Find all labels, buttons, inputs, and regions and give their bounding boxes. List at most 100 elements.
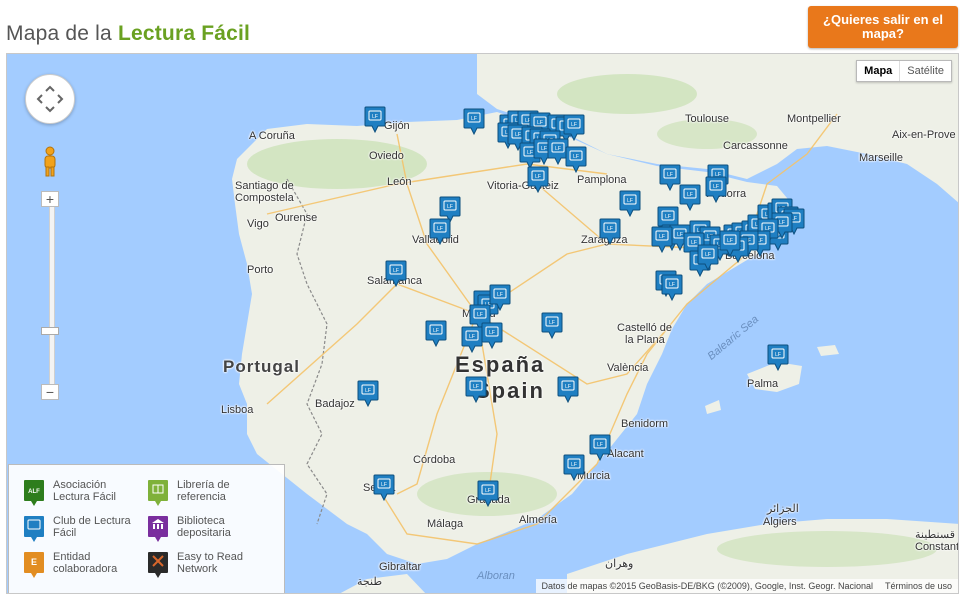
- city-label: Castelló de: [617, 322, 673, 334]
- svg-text:LF: LF: [549, 320, 555, 326]
- map-canvas[interactable]: Gijón A Coruña Oviedo Santiago de Compos…: [6, 53, 959, 594]
- entity-marker-icon: E: [23, 551, 45, 582]
- city-label: Aix-en-Prove: [892, 129, 956, 141]
- svg-text:LF: LF: [667, 172, 673, 178]
- menorca-island: [817, 345, 839, 356]
- city-label: la Plana: [625, 334, 665, 346]
- club-lectura-facil-marker[interactable]: LF: [563, 454, 585, 482]
- club-lectura-facil-marker[interactable]: LF: [425, 320, 447, 348]
- city-label: Oviedo: [369, 150, 404, 162]
- zoom-slider-thumb[interactable]: [41, 327, 59, 335]
- svg-text:LF: LF: [473, 384, 479, 390]
- club-lectura-facil-marker[interactable]: LF: [527, 166, 549, 194]
- legend-item: Easy to Read Network: [147, 551, 267, 582]
- svg-text:LF: LF: [665, 214, 671, 220]
- city-label: Vigo: [247, 218, 269, 230]
- svg-text:LF: LF: [555, 146, 561, 152]
- club-lectura-facil-marker[interactable]: LF: [659, 164, 681, 192]
- club-lectura-facil-marker[interactable]: LF: [489, 284, 511, 312]
- alf-marker-icon: ALF: [23, 479, 45, 510]
- svg-text:LF: LF: [573, 154, 579, 160]
- svg-text:LF: LF: [393, 268, 399, 274]
- legend-item-label: Asociación Lectura Fácil: [53, 479, 116, 503]
- pegman-icon[interactable]: [42, 146, 58, 178]
- city-label: Toulouse: [685, 113, 730, 125]
- city-label: Gijón: [384, 120, 410, 132]
- legend-item-label: Biblioteca depositaria: [177, 515, 231, 539]
- club-lectura-facil-marker[interactable]: LF: [705, 176, 727, 204]
- club-lectura-facil-marker[interactable]: LF: [563, 114, 585, 142]
- club-lectura-facil-marker[interactable]: LF: [679, 184, 701, 212]
- club-lectura-facil-marker[interactable]: LF: [661, 274, 683, 302]
- club-lectura-facil-marker[interactable]: LF: [373, 474, 395, 502]
- city-label: Benidorm: [621, 418, 669, 430]
- zoom-in-button[interactable]: +: [41, 191, 59, 207]
- city-label: València: [607, 362, 649, 374]
- club-lectura-facil-marker[interactable]: LF: [599, 218, 621, 246]
- svg-text:LF: LF: [775, 352, 781, 358]
- club-lectura-facil-marker[interactable]: LF: [589, 434, 611, 462]
- svg-text:LF: LF: [381, 482, 387, 488]
- page-title: Mapa de la Lectura Fácil: [6, 22, 250, 46]
- map-type-satellite-button[interactable]: Satélite: [900, 61, 951, 81]
- city-label: Córdoba: [413, 454, 456, 466]
- terms-link[interactable]: Términos de uso: [885, 579, 952, 593]
- city-label: A Coruña: [249, 130, 295, 142]
- network-marker-icon: [147, 551, 169, 582]
- map-type-control: Mapa Satélite: [856, 60, 952, 82]
- join-map-button-label: ¿Quieres salir en el mapa?: [823, 12, 943, 41]
- zoom-out-button[interactable]: −: [41, 384, 59, 400]
- club-lectura-facil-marker[interactable]: LF: [651, 226, 673, 254]
- club-lectura-facil-marker[interactable]: LF: [767, 344, 789, 372]
- city-label: Marseille: [859, 152, 904, 164]
- lf-marker-icon: [23, 515, 45, 546]
- club-lectura-facil-marker[interactable]: LF: [385, 260, 407, 288]
- city-label: Santiago de: [235, 180, 294, 192]
- club-lectura-facil-marker[interactable]: LF: [463, 108, 485, 136]
- svg-text:LF: LF: [433, 328, 439, 334]
- club-lectura-facil-marker[interactable]: LF: [465, 376, 487, 404]
- city-label: Almería: [519, 514, 557, 526]
- club-lectura-facil-marker[interactable]: LF: [719, 230, 741, 258]
- club-lectura-facil-marker[interactable]: LF: [477, 480, 499, 508]
- club-lectura-facil-marker[interactable]: LF: [481, 322, 503, 350]
- club-lectura-facil-marker[interactable]: LF: [557, 376, 579, 404]
- club-lectura-facil-marker[interactable]: LF: [461, 326, 483, 354]
- svg-text:LF: LF: [535, 174, 541, 180]
- club-lectura-facil-marker[interactable]: LF: [619, 190, 641, 218]
- city-label: Constant: [915, 541, 959, 553]
- page-title-prefix: Mapa de la: [6, 22, 118, 45]
- city-label: León: [387, 176, 412, 188]
- legend-item: ALF Asociación Lectura Fácil: [23, 479, 143, 510]
- club-lectura-facil-marker[interactable]: LF: [357, 380, 379, 408]
- join-map-button[interactable]: ¿Quieres salir en el mapa?: [808, 6, 958, 48]
- pan-control[interactable]: [25, 74, 75, 124]
- legend-item-label: Easy to Read Network: [177, 551, 244, 575]
- legend-item-label: Club de Lectura Fácil: [53, 515, 131, 539]
- page-title-accent: Lectura Fácil: [117, 22, 251, 45]
- city-label: Badajoz: [315, 398, 355, 410]
- club-lectura-facil-marker[interactable]: LF: [541, 312, 563, 340]
- svg-text:LF: LF: [727, 238, 733, 244]
- svg-text:LF: LF: [565, 384, 571, 390]
- library-marker-icon: [147, 515, 169, 546]
- svg-text:LF: LF: [497, 292, 503, 298]
- club-lectura-facil-marker[interactable]: LF: [429, 218, 451, 246]
- club-lectura-facil-marker[interactable]: LF: [697, 244, 719, 272]
- legend-item: Librería de referencia: [147, 479, 267, 510]
- club-lectura-facil-marker[interactable]: LF: [364, 106, 386, 134]
- svg-text:LF: LF: [659, 234, 665, 240]
- map-legend: ALF Asociación Lectura Fácil Librería de r…: [8, 464, 285, 593]
- city-label: الجزائر: [767, 503, 799, 515]
- city-label: Algiers: [763, 516, 797, 528]
- svg-text:E: E: [31, 557, 37, 567]
- map-type-map-button[interactable]: Mapa: [857, 61, 901, 81]
- svg-text:LF: LF: [489, 330, 495, 336]
- club-lectura-facil-marker[interactable]: LF: [565, 146, 587, 174]
- sea-label: Alboran: [477, 570, 515, 582]
- legend-item-label: Entidad colaboradora: [53, 551, 118, 575]
- zoom-slider-track[interactable]: [49, 204, 55, 396]
- city-label: Compostela: [235, 192, 294, 204]
- legend-item: Biblioteca depositaria: [147, 515, 267, 546]
- svg-text:LF: LF: [687, 192, 693, 198]
